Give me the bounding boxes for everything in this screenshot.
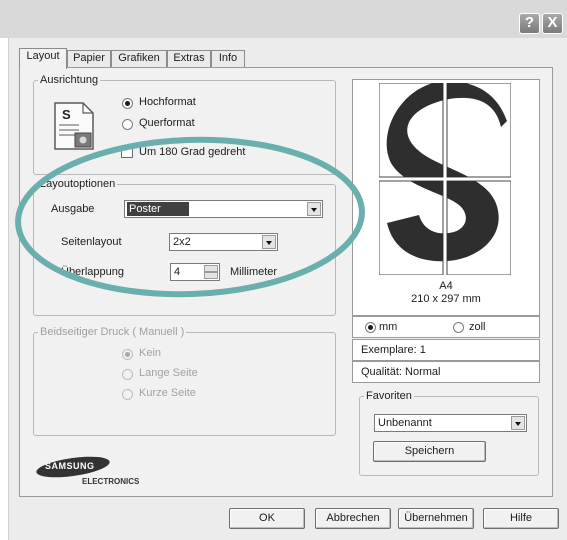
preview-pane: A4 210 x 297 mm: [352, 79, 540, 316]
unit-inch-label: zoll: [469, 321, 486, 333]
orientation-legend: Ausrichtung: [40, 74, 99, 86]
rotate-label: Um 180 Grad gedreht: [139, 146, 246, 158]
rotate-checkbox[interactable]: [121, 146, 133, 158]
duplex-none-radio[interactable]: [122, 349, 133, 360]
paper-size: 210 x 297 mm: [411, 293, 481, 305]
close-icon[interactable]: X: [542, 13, 563, 34]
document-icon: S: [54, 102, 94, 150]
overlap-spinner[interactable]: 4: [170, 263, 220, 281]
copies-text: Exemplare: 1: [361, 344, 426, 356]
page-layout-value: 2x2: [173, 236, 191, 248]
help-button[interactable]: Hilfe: [483, 508, 559, 529]
page-layout-label: Seitenlayout: [61, 236, 122, 248]
unit-inch-radio[interactable]: [453, 322, 464, 333]
portrait-radio[interactable]: [122, 98, 133, 109]
poster-preview-icon: [379, 83, 511, 275]
layout-options-legend: Layoutoptionen: [40, 178, 116, 190]
output-value: Poster: [127, 202, 189, 216]
unit-mm-radio[interactable]: [365, 322, 376, 333]
title-bar: ? X: [0, 0, 567, 38]
tab-info[interactable]: Info: [211, 50, 245, 67]
cancel-button[interactable]: Abbrechen: [315, 508, 391, 529]
duplex-short-label: Kurze Seite: [139, 387, 196, 399]
tab-grafiken[interactable]: Grafiken: [111, 50, 167, 67]
output-select[interactable]: Poster: [124, 200, 323, 218]
spin-up-icon[interactable]: [204, 265, 218, 272]
unit-mm-label: mm: [379, 321, 398, 333]
duplex-none-label: Kein: [139, 347, 162, 359]
svg-text:S: S: [62, 107, 71, 122]
tab-papier[interactable]: Papier: [67, 50, 111, 67]
tab-layout[interactable]: Layout: [19, 48, 67, 69]
quality-box: Qualität: Normal: [352, 361, 540, 383]
duplex-short-radio[interactable]: [122, 389, 133, 400]
page-layout-select[interactable]: 2x2: [169, 233, 278, 251]
overlap-label: Überlappung: [61, 266, 124, 278]
favorites-value: Unbenannt: [378, 417, 432, 429]
landscape-radio[interactable]: [122, 119, 133, 130]
paper-name: A4: [439, 280, 453, 292]
chevron-down-icon[interactable]: [307, 202, 321, 216]
overlap-unit: Millimeter: [230, 266, 278, 278]
chevron-down-icon[interactable]: [262, 235, 276, 249]
ok-button[interactable]: OK: [229, 508, 305, 529]
overlap-value: 4: [174, 266, 181, 278]
help-icon[interactable]: ?: [519, 13, 540, 34]
favorites-legend: Favoriten: [366, 390, 412, 402]
portrait-label: Hochformat: [139, 96, 196, 108]
copies-box: Exemplare: 1: [352, 339, 540, 361]
landscape-label: Querformat: [139, 117, 195, 129]
spin-down-icon[interactable]: [204, 272, 218, 279]
apply-button[interactable]: Übernehmen: [398, 508, 474, 529]
duplex-legend: Beidseitiger Druck ( Manuell ): [40, 326, 185, 338]
favorites-select[interactable]: Unbenannt: [374, 414, 527, 432]
tab-extras[interactable]: Extras: [167, 50, 211, 67]
units-row: mm zoll: [352, 316, 540, 338]
duplex-long-radio[interactable]: [122, 369, 133, 380]
samsung-logo: SAMSUNG ELECTRONICS: [35, 452, 156, 488]
chevron-down-icon[interactable]: [511, 416, 525, 430]
favorites-group: Favoriten: [359, 390, 539, 476]
quality-text: Qualität: Normal: [361, 366, 441, 378]
duplex-long-label: Lange Seite: [139, 367, 198, 379]
duplex-group: Beidseitiger Druck ( Manuell ): [33, 326, 336, 436]
save-favorite-button[interactable]: Speichern: [373, 441, 486, 462]
output-label: Ausgabe: [51, 203, 95, 215]
